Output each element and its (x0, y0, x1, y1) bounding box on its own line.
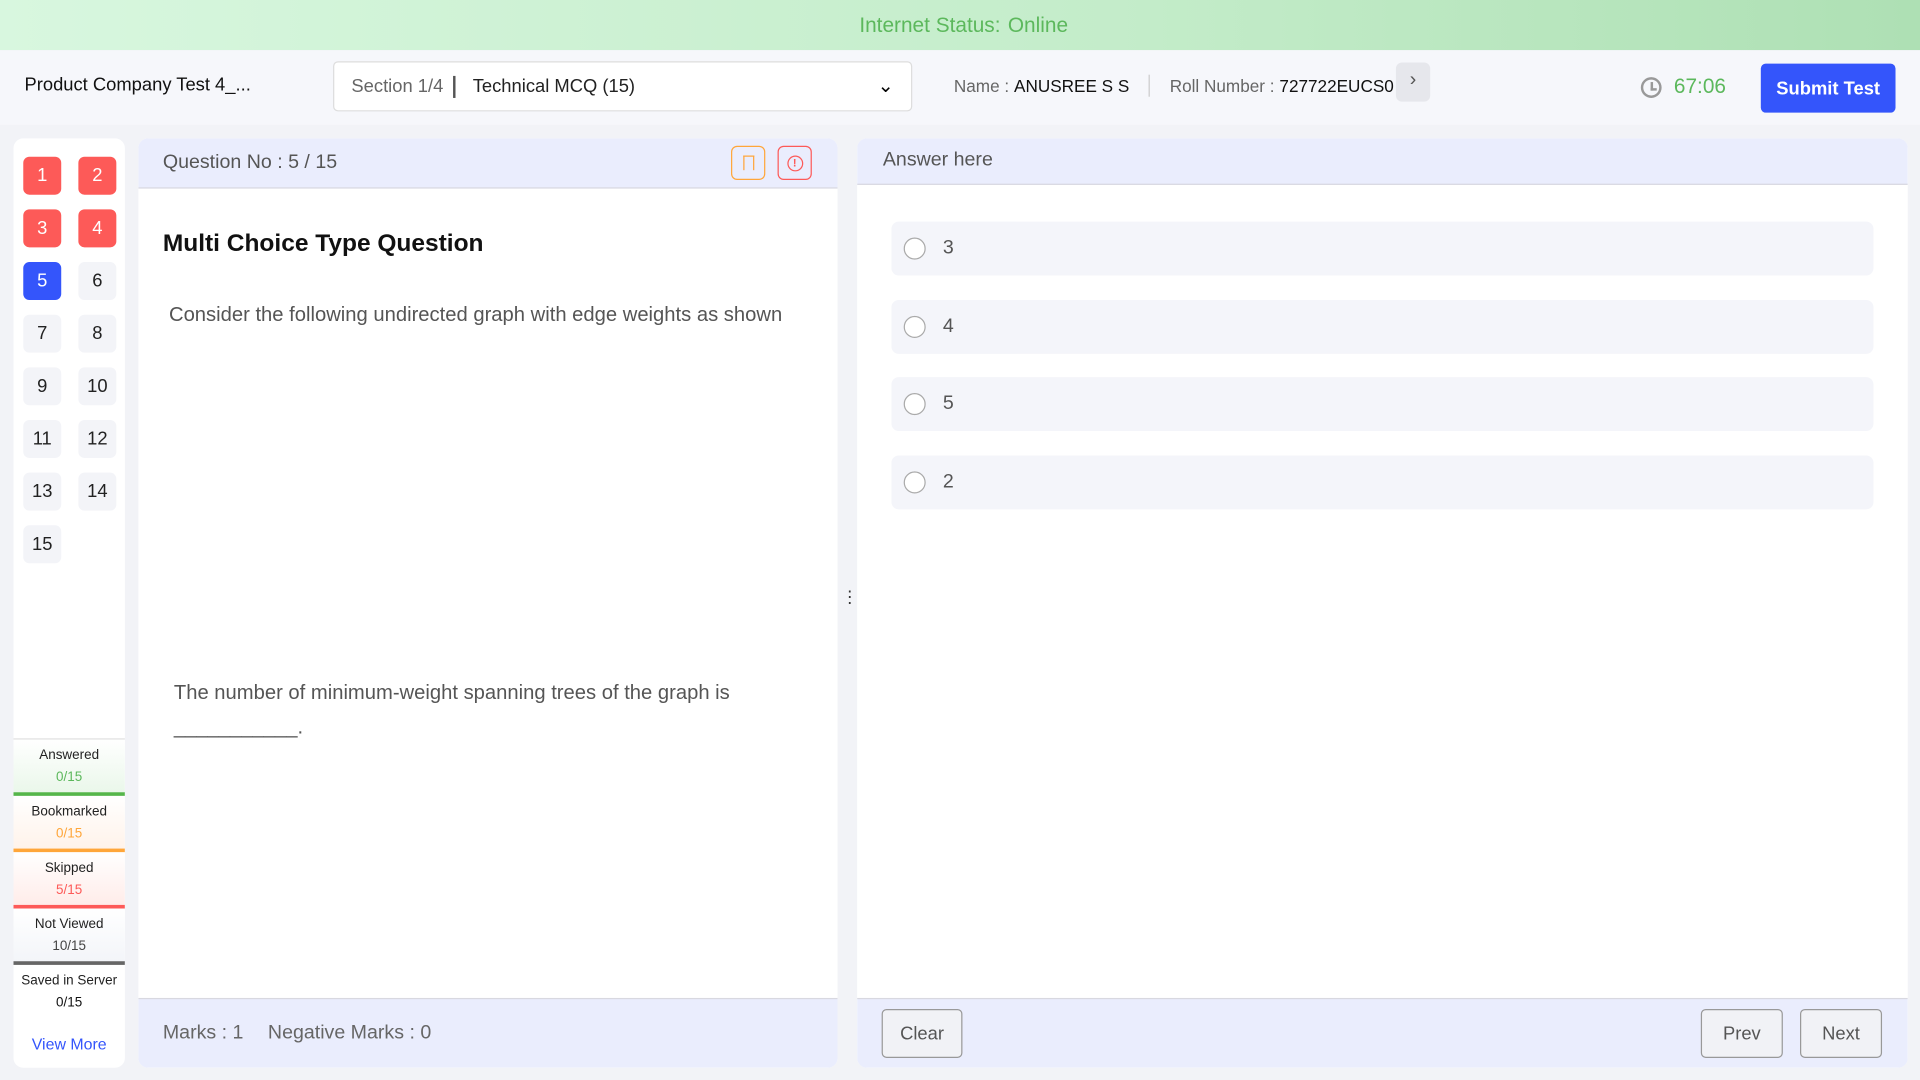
status-label: Internet Status: (859, 13, 1001, 37)
answer-footer: Clear Prev Next (857, 997, 1908, 1068)
status-value: Online (1007, 13, 1069, 37)
radio-button[interactable] (903, 315, 926, 338)
question-palette: 1 2 3 4 5 6 7 8 9 10 11 12 13 14 15 Answered 0/15 Bookm… (13, 138, 125, 1068)
chevron-down-icon: ⌄ (877, 75, 894, 97)
divider (1148, 74, 1151, 97)
option-label: 3 (942, 237, 954, 259)
answer-option[interactable]: 2 (891, 455, 1874, 510)
question-9-button[interactable]: 9 (23, 367, 62, 406)
legend-saved: Saved in Server 0/15 (13, 965, 124, 1021)
legend-value: 0/15 (56, 995, 83, 1011)
legend-label: Bookmarked (31, 804, 107, 820)
bookmark-button[interactable] (731, 145, 766, 181)
section-dropdown[interactable]: Section 1/4 Technical MCQ (15) ⌄ (333, 61, 913, 112)
view-more-link[interactable]: View More (13, 1035, 124, 1053)
name-label: Name : (953, 75, 1010, 96)
bookmark-icon (742, 155, 754, 171)
submit-test-button[interactable]: Submit Test (1760, 63, 1896, 113)
question-number: Question No : 5 / 15 (162, 151, 338, 173)
palette-grid: 1 2 3 4 5 6 7 8 9 10 11 12 13 14 15 (23, 156, 117, 564)
legend-label: Saved in Server (21, 973, 118, 989)
chevron-right-icon[interactable]: › (1395, 62, 1431, 102)
question-5-button[interactable]: 5 (23, 262, 62, 301)
resize-handle[interactable]: ⋮⋮ (841, 588, 874, 613)
question-11-button[interactable]: 11 (23, 420, 62, 458)
section-number: Section 1/4 (351, 75, 456, 98)
timer-value: 67:06 (1673, 74, 1726, 98)
roll-value: 727722EUCS0 (1279, 75, 1394, 96)
question-4-button[interactable]: 4 (78, 209, 117, 248)
legend-value: 0/15 (56, 826, 83, 842)
question-10-button[interactable]: 10 (78, 367, 117, 406)
question-15-button[interactable]: 15 (23, 525, 62, 564)
option-label: 2 (942, 471, 954, 493)
marks: Marks : 1 (162, 1022, 244, 1044)
question-1-button[interactable]: 1 (23, 156, 62, 195)
question-13-button[interactable]: 13 (23, 472, 62, 511)
question-header: Question No : 5 / 15 ! (138, 138, 838, 189)
legend-skipped: Skipped 5/15 (13, 852, 125, 909)
answer-title: Answer here (857, 138, 1908, 185)
legend-label: Answered (39, 748, 100, 763)
negative-marks: Negative Marks : 0 (267, 1022, 432, 1044)
legend-not-viewed: Not Viewed 10/15 (13, 908, 125, 965)
question-text: Consider the following undirected graph … (168, 303, 783, 326)
internet-status-bar: Internet Status: Online (0, 0, 1920, 51)
legend-label: Not Viewed (34, 917, 104, 932)
legend-value: 5/15 (56, 882, 83, 898)
answer-option[interactable]: 3 (891, 221, 1874, 276)
next-button[interactable]: Next (1800, 1008, 1883, 1058)
answer-option[interactable]: 5 (891, 377, 1874, 432)
radio-button[interactable] (903, 237, 926, 260)
marks-bar: Marks : 1 Negative Marks : 0 (138, 997, 838, 1068)
question-12-button[interactable]: 12 (78, 420, 117, 458)
question-8-button[interactable]: 8 (78, 314, 117, 353)
question-3-button[interactable]: 3 (23, 209, 62, 248)
test-title: Product Company Test 4_... (24, 74, 251, 96)
question-6-button[interactable]: 6 (78, 262, 117, 301)
question-panel: Question No : 5 / 15 ! Multi Choice Type… (138, 138, 838, 1068)
clock-icon (1640, 76, 1662, 98)
answer-panel: Answer here 3 4 5 2 Clear Prev Next (857, 138, 1908, 1068)
prev-button[interactable]: Prev (1700, 1008, 1783, 1058)
legend-value: 10/15 (52, 939, 87, 954)
question-14-button[interactable]: 14 (78, 472, 117, 511)
legend: Answered 0/15 Bookmarked 0/15 Skipped 5/15 … (13, 738, 125, 1021)
question-type: Multi Choice Type Question (162, 230, 484, 258)
legend-value: 0/15 (56, 770, 83, 785)
radio-button[interactable] (903, 393, 926, 416)
report-button[interactable]: ! (777, 145, 812, 181)
roll-label: Roll Number : (1169, 75, 1275, 96)
radio-button[interactable] (903, 471, 926, 494)
clear-button[interactable]: Clear (881, 1008, 963, 1058)
name-value: ANUSREE S S (1014, 75, 1130, 96)
question-prompt: The number of minimum-weight spanning tr… (173, 682, 730, 739)
question-7-button[interactable]: 7 (23, 314, 62, 353)
timer: 67:06 (1640, 74, 1726, 99)
answer-option[interactable]: 4 (891, 299, 1874, 354)
legend-bookmarked: Bookmarked 0/15 (13, 795, 125, 853)
question-2-button[interactable]: 2 (78, 156, 117, 195)
top-bar: Product Company Test 4_... Section 1/4 T… (0, 50, 1920, 125)
option-label: 5 (942, 393, 954, 415)
legend-label: Skipped (44, 860, 94, 876)
alert-icon: ! (786, 154, 803, 171)
legend-answered: Answered 0/15 (13, 739, 125, 796)
candidate-info: Name : ANUSREE S S Roll Number :727722EUC… (953, 74, 1394, 97)
option-label: 4 (942, 315, 954, 337)
section-name: Technical MCQ (15) (472, 75, 636, 97)
